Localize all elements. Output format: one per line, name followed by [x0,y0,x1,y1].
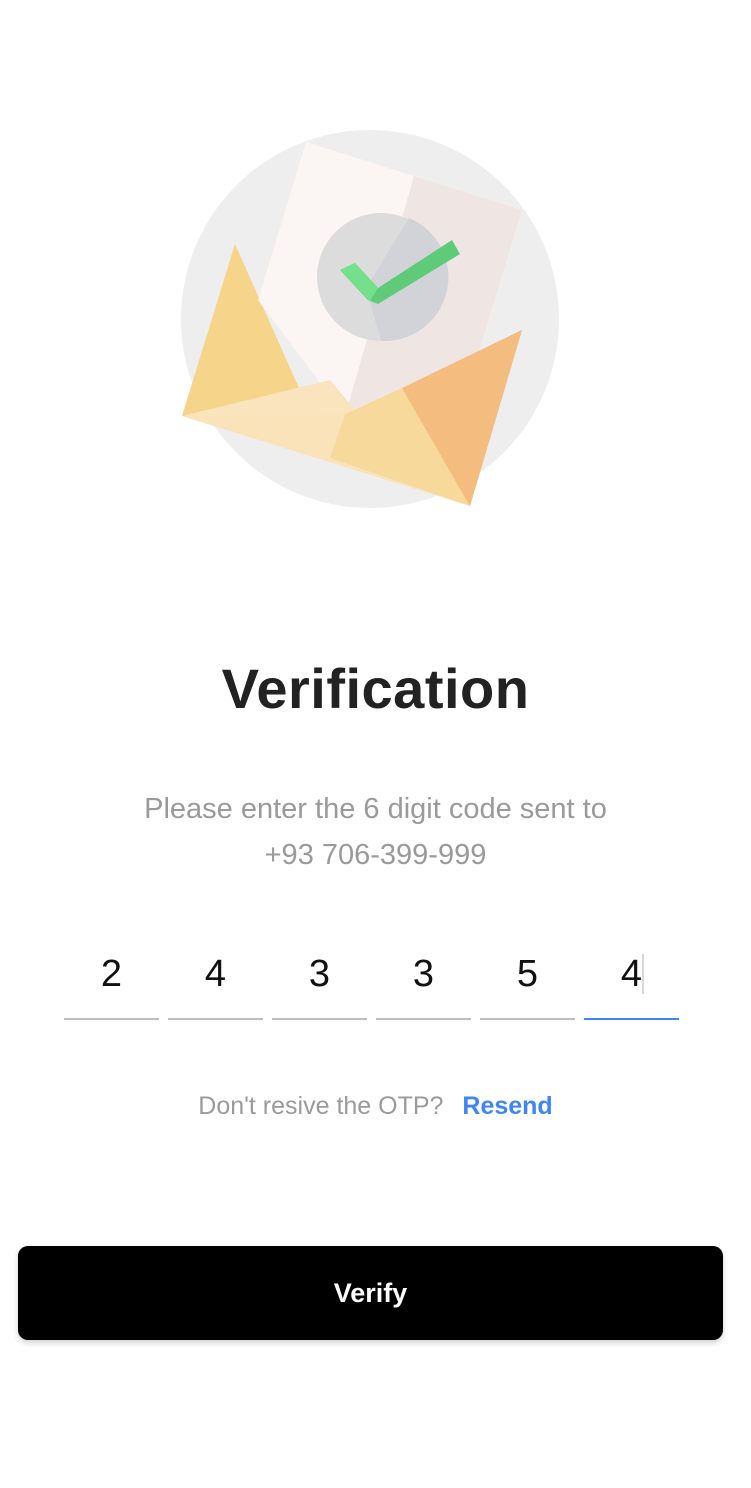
otp-digit-1[interactable]: 2 [64,950,159,1020]
resend-link[interactable]: Resend [462,1092,552,1120]
resend-prompt: Don't resive the OTP? [198,1092,444,1120]
otp-input-group: 2 4 3 3 5 4 [64,950,684,1022]
instruction-line: Please enter the 6 digit code sent to [144,793,607,825]
resend-row: Don't resive the OTP? Resend [0,1092,751,1121]
page-title: Verification [221,657,530,720]
phone-number: +93 706-399-999 [264,839,487,871]
otp-digit-5[interactable]: 5 [480,950,575,1020]
instruction-text: Please enter the 6 digit code sent to +9… [0,786,751,878]
envelope-check-icon [180,128,560,510]
verification-screen: Verification Please enter the 6 digit co… [0,0,751,1488]
verify-button[interactable]: Verify [18,1246,723,1340]
otp-digit-2[interactable]: 4 [168,950,263,1020]
otp-digit-3[interactable]: 3 [272,950,367,1020]
otp-digit-6-value: 4 [620,953,643,995]
otp-digit-4[interactable]: 3 [376,950,471,1020]
otp-digit-6[interactable]: 4 [584,950,679,1020]
text-cursor [642,954,644,994]
